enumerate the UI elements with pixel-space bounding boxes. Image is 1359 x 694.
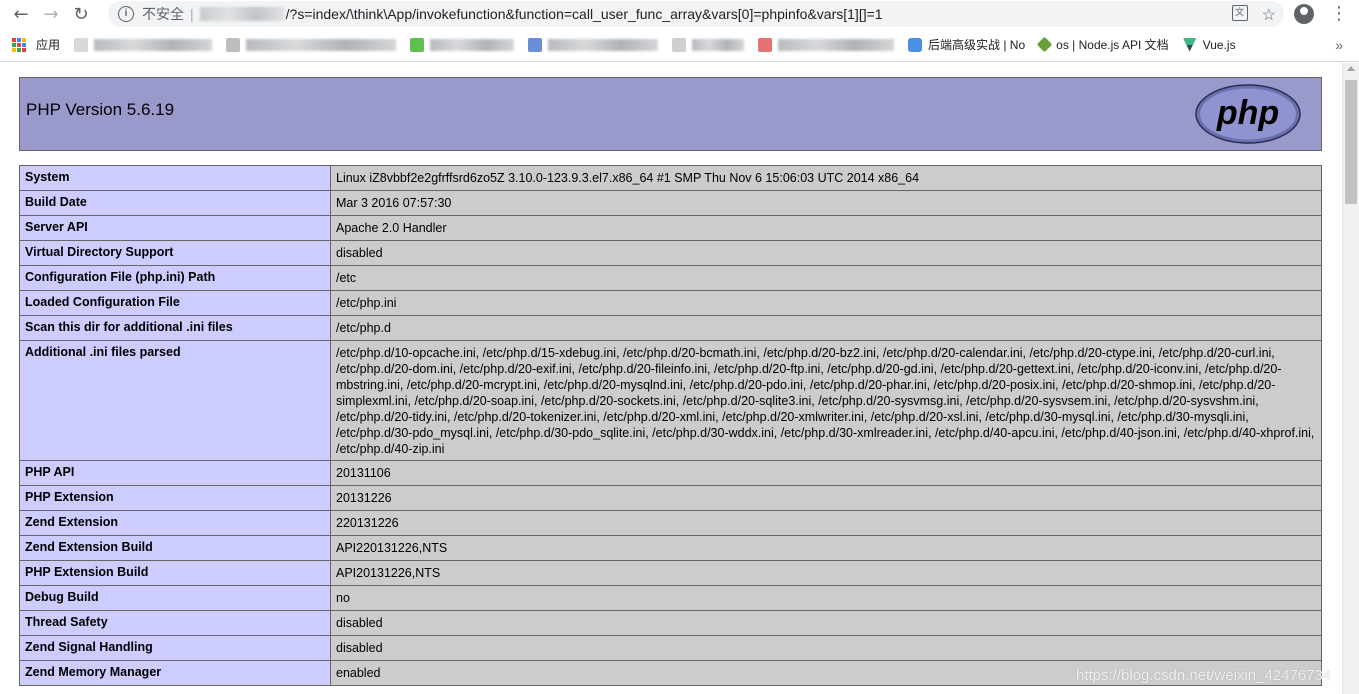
table-row: Build Date Mar 3 2016 07:57:30 [19,190,1322,216]
vue-icon [1182,37,1197,52]
nodejs-icon [1036,36,1053,53]
scroll-up-arrow-icon[interactable] [1347,66,1355,71]
row-value: 20131226 [330,485,1322,511]
table-row: Zend Extension Build API220131226,NTS [19,535,1322,561]
table-row: PHP API 20131106 [19,460,1322,486]
row-label: PHP Extension [19,485,331,511]
table-row: Debug Build no [19,585,1322,611]
table-row: Zend Signal Handling disabled [19,635,1322,661]
bookmark-redacted-2[interactable] [226,37,397,52]
security-label: 不安全 [142,6,184,22]
row-label: PHP API [19,460,331,486]
watermark-text: https://blog.csdn.net/weixin_42476734 [1076,667,1332,684]
row-label: Zend Extension Build [19,535,331,561]
row-value: /etc/php.ini [330,290,1322,316]
row-value: 20131106 [330,460,1322,486]
address-bar[interactable]: i 不安全 | /?s=index/\think\App/invokefunct… [108,1,1284,27]
phpinfo-table: System Linux iZ8vbbf2e2gfrffsrd6zo5Z 3.10… [19,165,1322,686]
row-value: no [330,585,1322,611]
url-path[interactable]: /?s=index/\think\App/invokefunction&func… [286,6,883,22]
row-label: Build Date [19,190,331,216]
apps-grid-icon[interactable] [12,37,26,52]
row-label: Debug Build [19,585,331,611]
bookmark-redacted-5[interactable] [672,37,745,52]
row-label: Virtual Directory Support [19,240,331,266]
forward-arrow-icon[interactable]: → [36,0,66,28]
row-label: Zend Memory Manager [19,660,331,686]
row-value: Linux iZ8vbbf2e2gfrffsrd6zo5Z 3.10.0-123… [330,165,1322,191]
profile-avatar-icon[interactable] [1294,4,1314,24]
info-icon[interactable]: i [118,6,134,22]
row-label: Scan this dir for additional .ini files [19,315,331,341]
row-value: /etc/php.d/10-opcache.ini, /etc/php.d/15… [330,340,1322,461]
row-value: Apache 2.0 Handler [330,215,1322,241]
row-value: /etc [330,265,1322,291]
row-label: Loaded Configuration File [19,290,331,316]
browser-toolbar: ← → ↻ i 不安全 | /?s=index/\think\App/invok… [0,0,1359,28]
back-arrow-icon[interactable]: ← [6,0,36,28]
table-row: Server API Apache 2.0 Handler [19,215,1322,241]
omnibox-actions: 文 ☆ [1231,5,1276,25]
bookmark-apps-label[interactable]: 应用 [36,36,60,53]
row-label: Configuration File (php.ini) Path [19,265,331,291]
bookmark-cn-label: 后端高级实战 | No [928,38,1026,52]
cross-icon [908,37,923,52]
row-label: Server API [19,215,331,241]
phpinfo-header: PHP Version 5.6.19 php [19,77,1322,151]
row-label: Thread Safety [19,610,331,636]
url-host-redacted [199,7,284,21]
page-viewport: PHP Version 5.6.19 php System Linux iZ8vb… [0,63,1342,694]
bookmark-cn-course[interactable]: 后端高级实战 | No [908,36,1025,53]
bookmark-vuejs-label: Vue.js [1202,37,1236,52]
row-value: /etc/php.d [330,315,1322,341]
row-label: Zend Signal Handling [19,635,331,661]
table-row: Zend Extension 220131226 [19,510,1322,536]
star-icon[interactable]: ☆ [1262,5,1276,25]
bookmark-redacted-3[interactable] [410,37,515,52]
table-row: Thread Safety disabled [19,610,1322,636]
row-value: 220131226 [330,510,1322,536]
bookmark-redacted-6[interactable] [758,37,895,52]
row-label: PHP Extension Build [19,560,331,586]
php-version-title: PHP Version 5.6.19 [26,100,175,119]
row-value: API20131226,NTS [330,560,1322,586]
row-value: disabled [330,610,1322,636]
scrollbar-thumb[interactable] [1345,80,1357,204]
translate-icon[interactable]: 文 [1231,5,1248,21]
table-row: Configuration File (php.ini) Path/etc [19,265,1322,291]
bookmark-vuejs[interactable]: Vue.js [1182,37,1236,52]
row-value: disabled [330,635,1322,661]
bookmark-nodejs[interactable]: os | Node.js API 文档 [1036,36,1169,53]
table-row: Scan this dir for additional .ini files /… [19,315,1322,341]
vertical-scrollbar[interactable] [1342,63,1359,694]
row-value: Mar 3 2016 07:57:30 [330,190,1322,216]
php-logo-text: php [1216,94,1279,132]
row-label: Additional .ini files parsed [19,340,331,461]
table-row: PHP Extension Build API20131226,NTS [19,560,1322,586]
table-row: Loaded Configuration File/etc/php.ini [19,290,1322,316]
bookmark-redacted-4[interactable] [528,37,659,52]
row-value: API220131226,NTS [330,535,1322,561]
row-label: Zend Extension [19,510,331,536]
bookmarks-bar: 应用 后端高级实战 | No os | Node.js API 文档 Vue.j… [0,28,1359,62]
table-row: Virtual Directory Support disabled [19,240,1322,266]
row-label: System [19,165,331,191]
table-row: System Linux iZ8vbbf2e2gfrffsrd6zo5Z 3.10… [19,165,1322,191]
bookmarks-overflow-icon[interactable]: » [1335,37,1343,53]
url-separator: | [190,6,194,22]
reload-icon[interactable]: ↻ [66,0,96,28]
table-row: PHP Extension 20131226 [19,485,1322,511]
bookmark-redacted-1[interactable] [74,37,213,52]
bookmark-nodejs-label: os | Node.js API 文档 [1056,38,1169,52]
php-logo-icon[interactable]: php [1195,84,1301,144]
row-value: disabled [330,240,1322,266]
table-row: Additional .ini files parsed/etc/php.d/1… [19,340,1322,461]
more-menu-icon[interactable]: ⋮ [1330,4,1348,24]
